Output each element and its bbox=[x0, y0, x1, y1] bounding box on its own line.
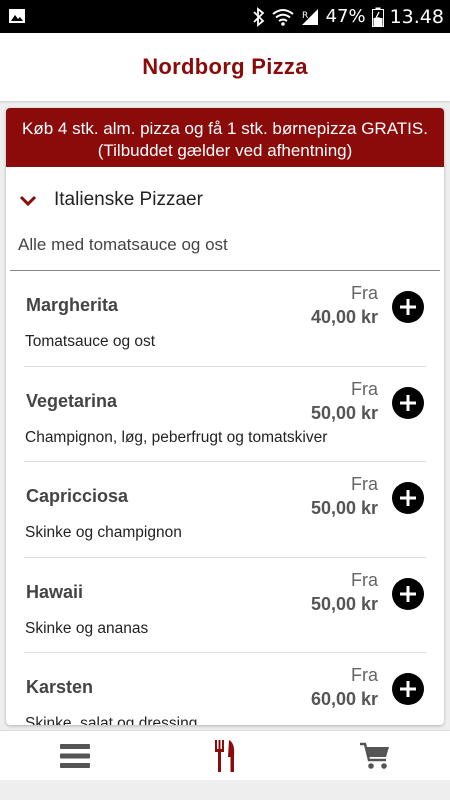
clock: 13.48 bbox=[389, 5, 444, 28]
add-to-cart-button[interactable] bbox=[392, 673, 424, 705]
item-description: Champignon, løg, peberfrugt og tomatskiv… bbox=[25, 428, 328, 446]
plus-icon bbox=[400, 490, 416, 506]
item-name: Margherita bbox=[26, 295, 119, 315]
item-description: Skinke og ananas bbox=[25, 619, 149, 637]
price-from-label: Fra bbox=[351, 378, 378, 399]
app-bar: Nordborg Pizza bbox=[0, 33, 450, 101]
menu-card: Køb 4 stk. alm. pizza og få 1 stk. børne… bbox=[6, 108, 444, 725]
nav-cart-button[interactable] bbox=[355, 739, 395, 773]
list-item[interactable]: Karsten Skinke, salat og dressing Fra 60… bbox=[24, 653, 426, 725]
menu-icon bbox=[60, 744, 90, 768]
item-list: Margherita Tomatsauce og ost Fra 40,00 k… bbox=[6, 271, 444, 725]
item-price: 50,00 kr bbox=[310, 402, 378, 423]
plus-icon bbox=[400, 299, 416, 315]
item-price: 60,00 kr bbox=[310, 689, 378, 709]
battery-percent: 47% bbox=[325, 6, 366, 27]
app-title: Nordborg Pizza bbox=[142, 54, 308, 79]
list-item[interactable]: Capricciosa Skinke og champignon Fra 50,… bbox=[24, 462, 426, 558]
nav-menu-button[interactable] bbox=[55, 739, 95, 773]
item-name: Capricciosa bbox=[26, 486, 129, 506]
price-from-label: Fra bbox=[351, 569, 378, 590]
price-from-label: Fra bbox=[351, 665, 378, 685]
item-price: 50,00 kr bbox=[310, 498, 378, 518]
bluetooth-icon bbox=[252, 6, 264, 27]
plus-icon bbox=[400, 681, 416, 697]
item-price: 40,00 kr bbox=[310, 307, 378, 327]
plus-icon bbox=[400, 585, 416, 602]
add-to-cart-button[interactable] bbox=[392, 386, 424, 419]
cutlery-icon bbox=[215, 740, 235, 772]
battery-icon bbox=[371, 7, 384, 27]
category-description: Alle med tomatsauce og ost bbox=[10, 233, 440, 271]
item-name: Karsten bbox=[26, 677, 94, 697]
bottom-nav bbox=[0, 730, 450, 780]
cart-icon bbox=[360, 742, 389, 769]
list-item[interactable]: Margherita Tomatsauce og ost Fra 40,00 k… bbox=[24, 271, 426, 367]
category-header[interactable]: Italienske Pizzaer bbox=[6, 167, 444, 233]
add-to-cart-button[interactable] bbox=[392, 291, 424, 323]
wifi-icon bbox=[271, 8, 294, 26]
promo-banner: Køb 4 stk. alm. pizza og få 1 stk. børne… bbox=[6, 108, 444, 167]
svg-text:R: R bbox=[302, 11, 308, 21]
item-description: Skinke, salat og dressing bbox=[25, 715, 198, 725]
status-bar: R 47% 13.48 bbox=[0, 0, 450, 33]
item-name: Hawaii bbox=[26, 581, 84, 602]
price-from-label: Fra bbox=[351, 474, 378, 494]
category-title: Italienske Pizzaer bbox=[54, 189, 203, 210]
item-name: Vegetarina bbox=[26, 390, 118, 411]
item-description: Skinke og champignon bbox=[25, 524, 182, 541]
list-item[interactable]: Hawaii Skinke og ananas Fra 50,00 kr bbox=[24, 558, 426, 653]
nav-food-menu-button[interactable] bbox=[205, 739, 245, 773]
signal-icon: R bbox=[301, 8, 318, 25]
item-price: 50,00 kr bbox=[310, 593, 378, 614]
price-from-label: Fra bbox=[351, 283, 378, 303]
item-description: Tomatsauce og ost bbox=[25, 333, 156, 350]
add-to-cart-button[interactable] bbox=[392, 482, 424, 514]
chevron-down-icon bbox=[19, 195, 37, 207]
list-item[interactable]: Vegetarina Champignon, løg, peberfrugt o… bbox=[24, 367, 426, 462]
image-icon bbox=[9, 9, 25, 23]
add-to-cart-button[interactable] bbox=[392, 577, 424, 610]
plus-icon bbox=[400, 394, 416, 411]
